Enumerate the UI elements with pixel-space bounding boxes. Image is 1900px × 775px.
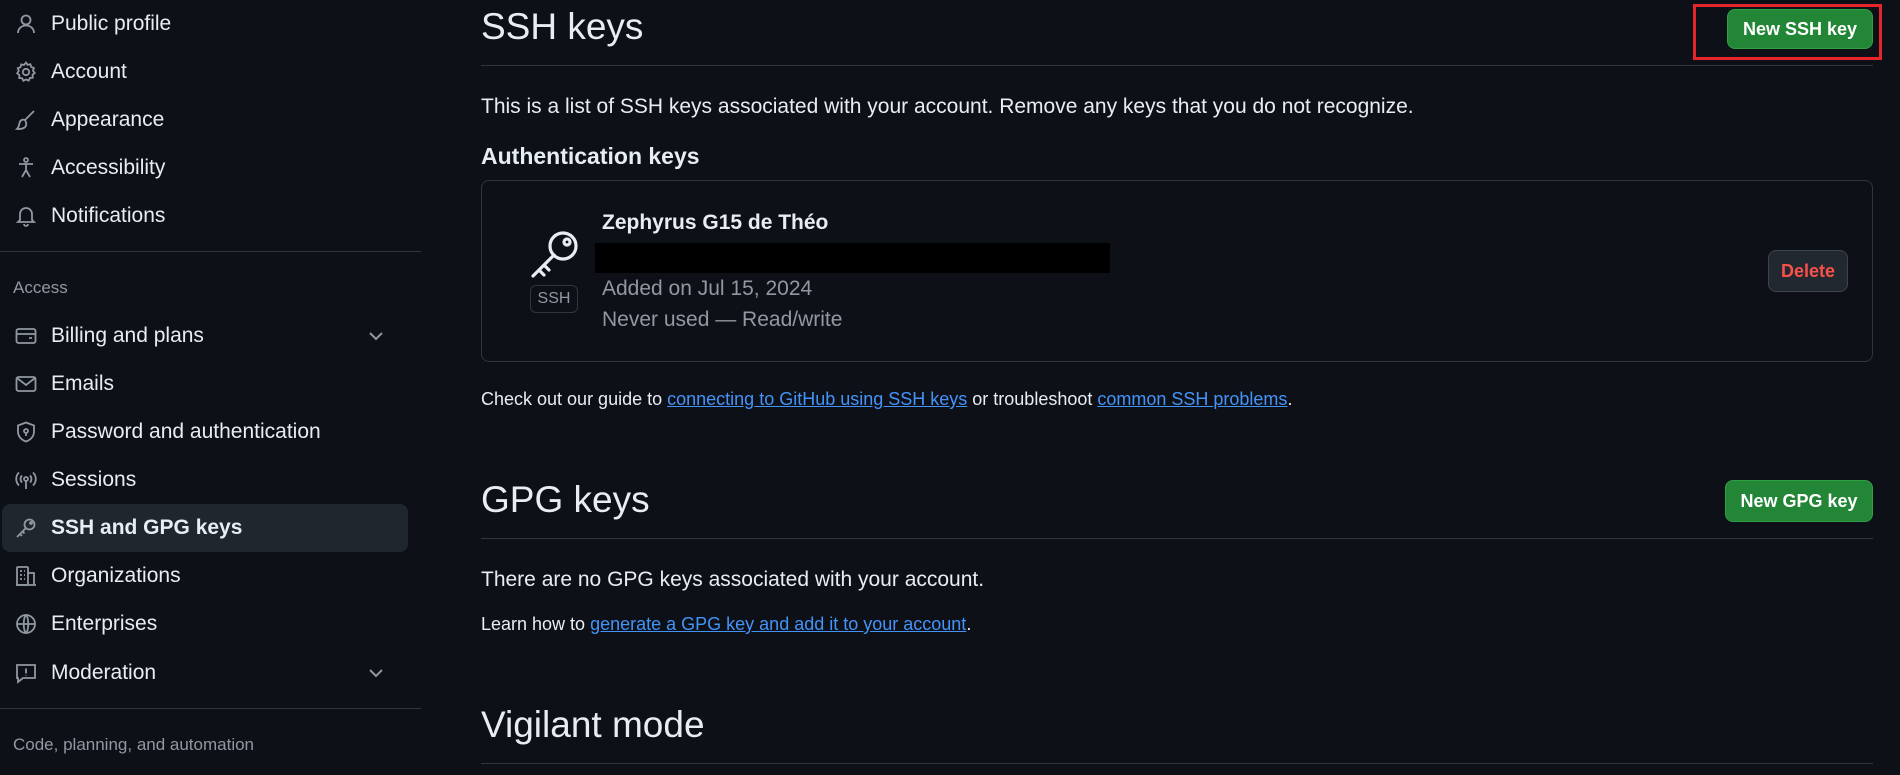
authentication-keys-heading: Authentication keys: [481, 143, 700, 169]
sidebar-item-enterprises[interactable]: Enterprises: [2, 600, 408, 648]
bell-icon: [13, 203, 39, 229]
sidebar-item-sessions[interactable]: Sessions: [2, 456, 408, 504]
sidebar-section-code: Code, planning, and automation: [13, 735, 255, 754]
generate-gpg-key-link[interactable]: generate a GPG key and add it to your ac…: [590, 614, 966, 634]
key-icon: [13, 515, 39, 541]
ssh-description: This is a list of SSH keys associated wi…: [481, 95, 1414, 118]
sidebar-item-password-authentication[interactable]: Password and authentication: [2, 408, 408, 456]
sidebar-item-account[interactable]: Account: [2, 48, 408, 96]
settings-sidebar: Public profile Account Appearance Access…: [0, 0, 421, 775]
ssh-guide-text: Check out our guide to connecting to Git…: [481, 389, 1292, 410]
sidebar-item-label: Billing and plans: [51, 324, 204, 347]
ssh-keys-title: SSH keys: [481, 6, 644, 47]
sidebar-item-label: Sessions: [51, 468, 137, 491]
sidebar-item-public-profile[interactable]: Public profile: [2, 0, 408, 48]
guide-prefix: Check out our guide to: [481, 389, 668, 409]
section-divider: [481, 763, 1873, 764]
organization-icon: [13, 563, 39, 589]
ssh-key-item: SSH Zephyrus G15 de Théo Added on Jul 15…: [481, 180, 1873, 362]
key-added-date: Added on Jul 15, 2024: [602, 277, 813, 300]
sidebar-item-label: Password and authentication: [51, 420, 321, 443]
learn-prefix: Learn how to: [481, 614, 591, 634]
gear-icon: [13, 59, 39, 85]
gpg-learn-text: Learn how to generate a GPG key and add …: [481, 614, 971, 635]
sidebar-item-label: Accessibility: [51, 156, 166, 179]
key-icon: [531, 231, 578, 278]
chevron-down-icon[interactable]: [364, 324, 388, 348]
sidebar-item-label: SSH and GPG keys: [51, 516, 243, 539]
section-divider: [481, 65, 1873, 66]
chevron-down-icon[interactable]: [364, 661, 388, 685]
ssh-troubleshoot-link[interactable]: common SSH problems: [1097, 389, 1287, 409]
key-usage: Never used — Read/write: [602, 308, 843, 331]
sidebar-item-label: Account: [51, 60, 127, 83]
new-ssh-key-button[interactable]: New SSH key: [1727, 9, 1873, 49]
credit-card-icon: [13, 323, 39, 349]
key-name: Zephyrus G15 de Théo: [602, 211, 829, 234]
gpg-keys-title: GPG keys: [481, 479, 650, 520]
globe-icon: [13, 611, 39, 637]
ssh-badge: SSH: [530, 285, 578, 313]
sidebar-section-access: Access: [13, 278, 68, 297]
sidebar-item-label: Enterprises: [51, 612, 158, 635]
sidebar-item-billing[interactable]: Billing and plans: [2, 312, 408, 360]
sidebar-item-label: Notifications: [51, 204, 166, 227]
paintbrush-icon: [13, 107, 39, 133]
vigilant-mode-title: Vigilant mode: [481, 704, 705, 745]
sidebar-item-organizations[interactable]: Organizations: [2, 552, 408, 600]
sidebar-item-label: Moderation: [51, 661, 157, 684]
sidebar-item-label: Appearance: [51, 108, 165, 131]
gpg-empty-text: There are no GPG keys associated with yo…: [481, 568, 985, 591]
sidebar-divider: [0, 708, 421, 709]
sidebar-item-label: Emails: [51, 372, 115, 395]
redacted-fingerprint: [595, 243, 1110, 273]
sidebar-item-accessibility[interactable]: Accessibility: [2, 144, 408, 192]
sidebar-item-ssh-gpg-keys[interactable]: SSH and GPG keys: [2, 504, 408, 552]
report-icon: [13, 660, 39, 686]
section-divider: [481, 538, 1873, 539]
sidebar-divider: [0, 251, 421, 252]
guide-suffix: .: [1287, 389, 1293, 409]
sidebar-item-notifications[interactable]: Notifications: [2, 192, 408, 240]
ssh-guide-link[interactable]: connecting to GitHub using SSH keys: [667, 389, 967, 409]
new-gpg-key-button[interactable]: New GPG key: [1725, 480, 1873, 522]
guide-middle: or troubleshoot: [967, 389, 1098, 409]
accessibility-icon: [13, 155, 39, 181]
sidebar-item-moderation[interactable]: Moderation: [2, 649, 408, 697]
broadcast-icon: [13, 467, 39, 493]
sidebar-item-label: Organizations: [51, 564, 181, 587]
sidebar-item-label: Public profile: [51, 12, 172, 35]
sidebar-item-emails[interactable]: Emails: [2, 360, 408, 408]
sidebar-item-appearance[interactable]: Appearance: [2, 96, 408, 144]
mail-icon: [13, 371, 39, 397]
learn-suffix: .: [966, 614, 972, 634]
person-icon: [13, 11, 39, 37]
shield-lock-icon: [13, 419, 39, 445]
delete-key-button[interactable]: Delete: [1768, 250, 1848, 292]
